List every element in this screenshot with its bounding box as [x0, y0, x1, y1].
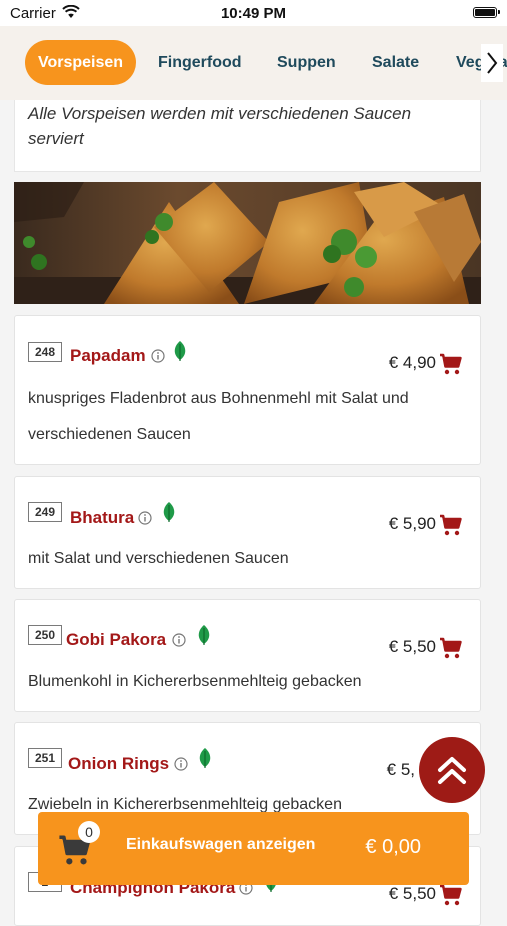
category-intro-text: Alle Vorspeisen werden mit verschiedenen… — [28, 104, 412, 148]
add-to-cart-icon[interactable] — [439, 636, 463, 660]
dish-price: € 5,50 — [388, 637, 436, 656]
cart-total: € 0,00 — [365, 836, 421, 858]
tabs-scroll-right-button[interactable] — [481, 44, 503, 82]
info-icon[interactable] — [174, 757, 188, 771]
tab-suppen[interactable]: Suppen — [277, 40, 336, 85]
dish-number: 248 — [28, 342, 62, 362]
add-to-cart-icon[interactable] — [439, 352, 463, 376]
tab-vorspeisen[interactable]: Vorspeisen — [25, 40, 137, 85]
show-cart-label: Einkaufswagen anzeigen — [126, 836, 316, 853]
clock: 10:49 PM — [220, 5, 287, 22]
info-icon[interactable] — [151, 349, 165, 363]
tab-fingerfood[interactable]: Fingerfood — [158, 40, 242, 85]
dish-card-249[interactable]: 249 Bhatura € 5,90 mit Salat und verschi… — [14, 476, 481, 589]
dish-price: € 5,50 — [388, 884, 436, 903]
status-bar: Carrier 10:49 PM — [0, 0, 507, 26]
dish-number: 250 — [28, 625, 62, 645]
category-tabs: Vorspeisen Fingerfood Suppen Salate Vege… — [0, 26, 507, 100]
dish-price: € 5, — [386, 760, 415, 779]
category-hero-image — [14, 182, 481, 304]
cart-count-badge: 0 — [78, 821, 100, 843]
dish-name: Bhatura — [70, 508, 135, 527]
info-icon[interactable] — [138, 511, 152, 525]
double-chevron-up-icon — [438, 757, 466, 784]
dish-name: Papadam — [70, 346, 146, 365]
leaf-icon — [163, 502, 175, 522]
dish-card-250[interactable]: 250 Gobi Pakora € 5,50 Blumenkohl in Kic… — [14, 599, 481, 712]
dish-description: knuspriges Fladenbrot aus Bohnenmehl mit… — [28, 390, 409, 443]
tab-salate[interactable]: Salate — [372, 40, 419, 85]
dish-description: Blumenkohl in Kichererbsenmehlteig gebac… — [28, 673, 362, 690]
dish-number: 251 — [28, 748, 62, 768]
show-cart-button[interactable]: 0 Einkaufswagen anzeigen € 0,00 — [38, 812, 469, 885]
info-icon[interactable] — [172, 633, 186, 647]
chevron-right-icon — [487, 52, 498, 74]
dish-name: Gobi Pakora — [66, 630, 167, 649]
leaf-icon — [198, 625, 210, 645]
dish-price: € 4,90 — [388, 353, 436, 372]
dish-number: 249 — [28, 502, 62, 522]
add-to-cart-icon[interactable] — [439, 513, 463, 537]
category-intro: Alle Vorspeisen werden mit verschiedenen… — [14, 100, 481, 172]
leaf-icon — [199, 748, 211, 768]
dish-name: Onion Rings — [68, 754, 170, 773]
add-to-cart-icon[interactable] — [439, 883, 463, 907]
leaf-icon — [174, 341, 186, 361]
dish-description: mit Salat und verschiedenen Saucen — [28, 550, 289, 567]
battery-icon — [473, 7, 500, 18]
dish-price: € 5,90 — [388, 514, 436, 533]
scroll-to-top-button[interactable] — [419, 737, 485, 803]
dish-card-248[interactable]: 248 Papadam € 4,90 knuspriges Fladenbrot… — [14, 315, 481, 465]
